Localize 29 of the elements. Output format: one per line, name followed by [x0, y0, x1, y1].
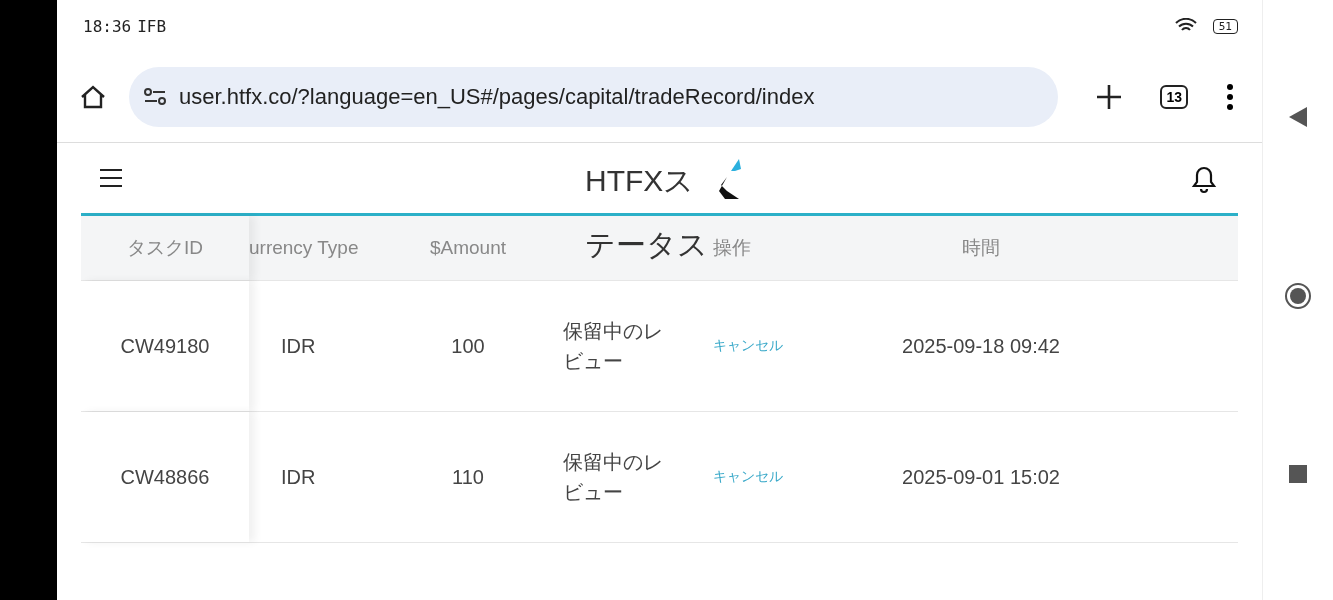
column-header: 操作 — [713, 236, 751, 260]
menu-icon[interactable] — [99, 168, 123, 188]
home-icon[interactable] — [79, 83, 107, 111]
table-cell: 2025-09-18 09:42 — [902, 334, 1060, 358]
table-cell: CW49180 — [120, 334, 210, 358]
tab-count-button[interactable]: 13 — [1160, 85, 1188, 109]
carrier-label: IFB — [137, 16, 167, 36]
recents-icon[interactable] — [1289, 464, 1307, 483]
page-title: HTFXステータス — [585, 163, 709, 263]
table-cell: 100 — [451, 334, 485, 358]
site-settings-icon[interactable] — [143, 87, 167, 107]
table-cell: 110 — [452, 465, 484, 489]
column-header: 時間 — [962, 236, 1000, 260]
column-header: urrency Type — [249, 237, 359, 259]
status-text: 保留中のレビュー — [563, 319, 663, 374]
address-bar[interactable]: user.htfx.co/?language=en_US#/pages/capital/tradeRecord/index — [129, 67, 1059, 127]
table-cell: IDR — [281, 334, 316, 358]
column-header: タスクID — [127, 236, 203, 260]
status-time: 18:36 — [83, 16, 132, 36]
battery-indicator: 51 — [1212, 18, 1238, 34]
new-tab-icon[interactable] — [1096, 84, 1123, 110]
back-icon[interactable] — [1289, 107, 1307, 128]
status-text: 保留中のレビュー — [563, 450, 663, 505]
table-cell: CW48866 — [120, 465, 210, 489]
more-menu-icon[interactable] — [1226, 84, 1234, 110]
table-cell: 2025-09-01 15:02 — [902, 465, 1060, 489]
table-cell: IDR — [281, 465, 316, 489]
home-button-icon[interactable] — [1284, 282, 1312, 310]
column-header: $Amount — [429, 237, 506, 259]
